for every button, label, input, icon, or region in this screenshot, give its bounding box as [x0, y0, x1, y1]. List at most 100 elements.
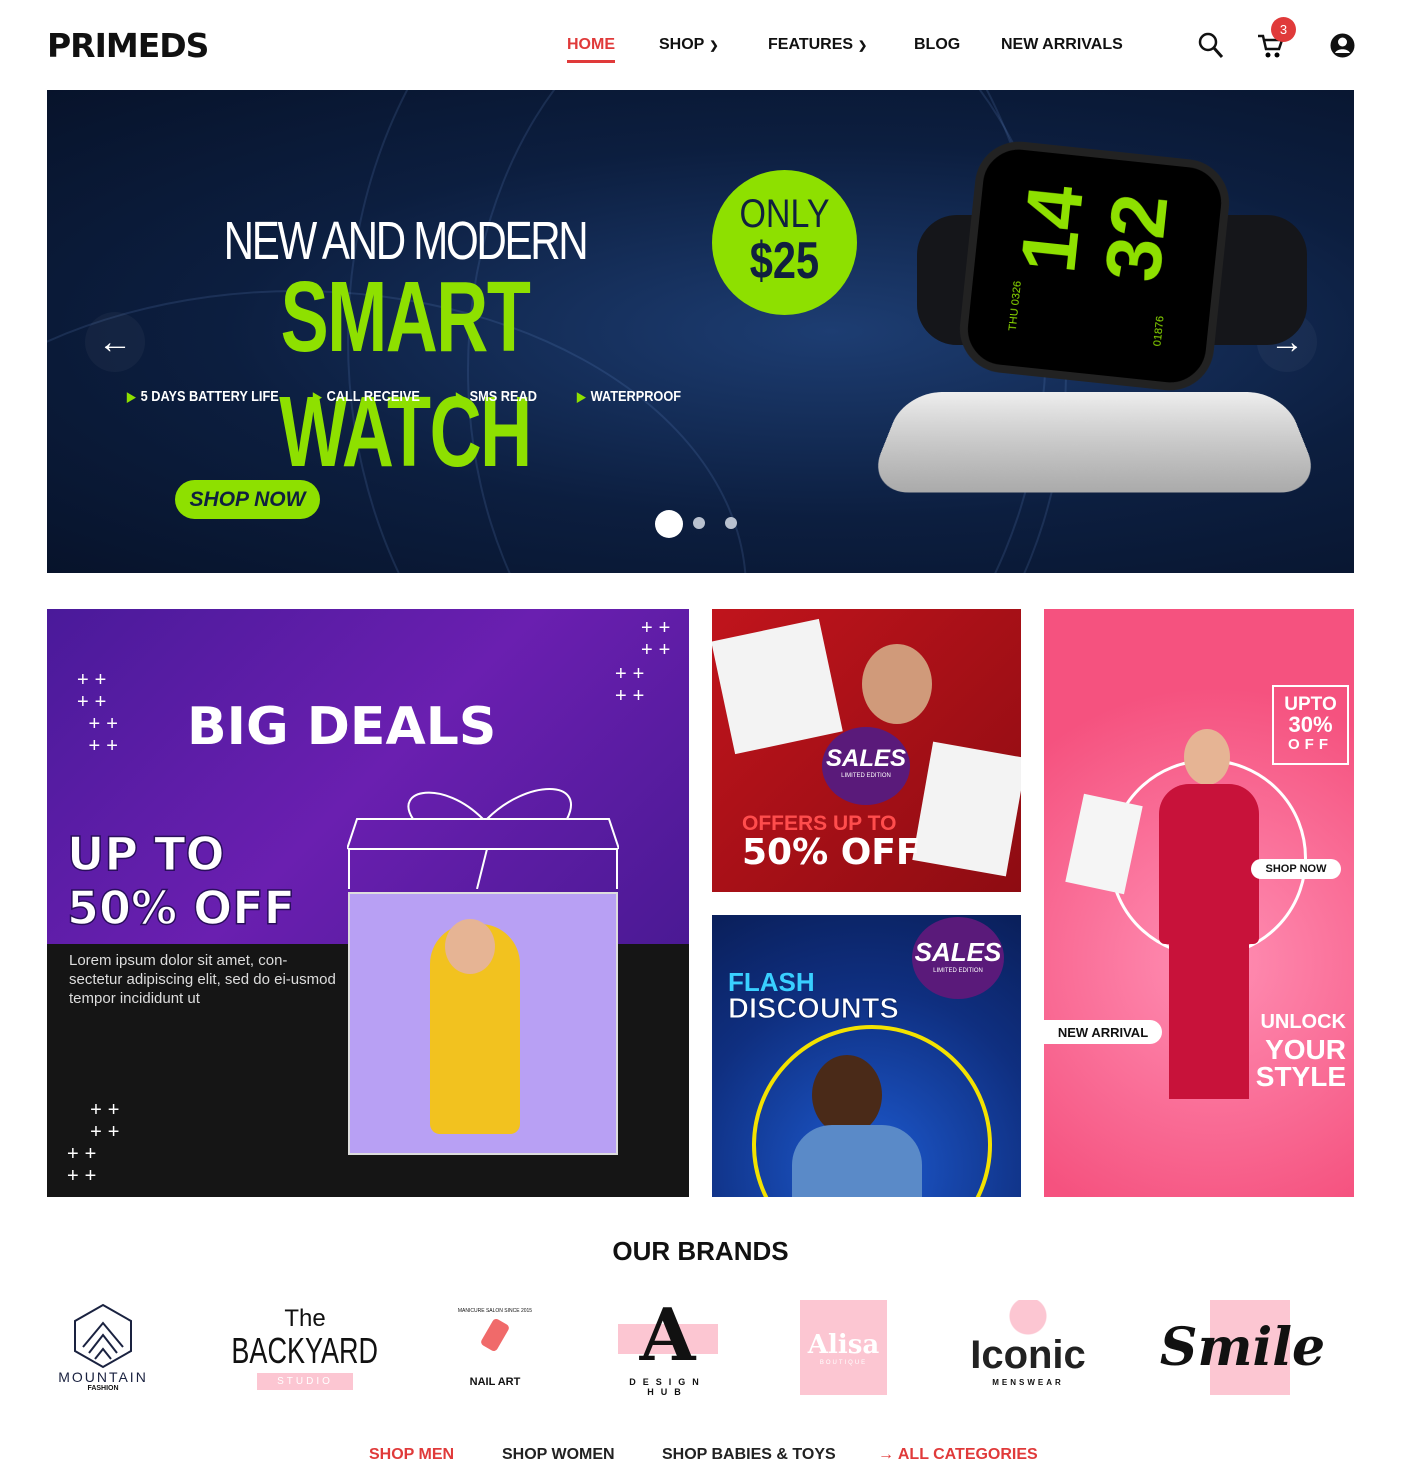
- brand-sub: MANICURE SALON SINCE 2015: [457, 1307, 533, 1314]
- badge-label: SALES: [914, 937, 1002, 967]
- link-shop-men[interactable]: SHOP MEN: [369, 1446, 454, 1464]
- brand-name: MOUNTAIN: [58, 1369, 148, 1385]
- brand-sub: BOUTIQUE: [819, 1359, 868, 1366]
- hero-slider: NEW AND MODERN SMART WATCH ONLY $25 ← → …: [47, 90, 1354, 573]
- watch-date: 0326: [1009, 280, 1025, 306]
- nav-home[interactable]: HOME: [567, 36, 615, 63]
- feature-label: WATERPROOF: [590, 388, 682, 405]
- play-icon: ▶: [127, 388, 136, 404]
- logo[interactable]: PRIMEDS: [47, 26, 209, 65]
- nav-label: SHOP: [659, 36, 705, 53]
- feature-label: SMS READ: [469, 388, 537, 405]
- feature-item: ▶ WATERPROOF: [577, 388, 681, 405]
- sales-badge: SALES LIMITED EDITION: [822, 727, 910, 805]
- plus-pattern: ++ ++ ++ ++: [67, 1099, 126, 1187]
- play-icon: ▶: [577, 388, 586, 404]
- plus-pattern: ++ ++ ++ ++: [77, 669, 124, 757]
- discount-line: 50% OFF: [66, 880, 296, 936]
- nav-shop[interactable]: SHOP ❯: [659, 36, 719, 54]
- nav-features[interactable]: FEATURES ❯: [768, 36, 867, 54]
- woman-suit: [1159, 784, 1259, 944]
- nav-new-arrivals[interactable]: NEW ARRIVALS: [1001, 36, 1123, 54]
- brand-name: NAIL ART: [469, 1375, 521, 1388]
- link-shop-women[interactable]: SHOP WOMEN: [502, 1446, 615, 1464]
- brand-iconic[interactable]: Iconic MENSWEAR: [960, 1300, 1096, 1395]
- brand-alisa[interactable]: Alisa BOUTIQUE: [800, 1300, 887, 1395]
- slide-dot[interactable]: [725, 517, 737, 529]
- upto-off: OFF: [1288, 736, 1333, 753]
- link-shop-babies-toys[interactable]: SHOP BABIES & TOYS: [662, 1446, 836, 1464]
- plus-pattern: ++ ++: [641, 617, 677, 661]
- watch-hour: 14: [1003, 181, 1100, 277]
- brand-name: BACKYARD: [231, 1330, 379, 1371]
- brand-name: Iconic: [970, 1332, 1086, 1377]
- brand-sub: FASHION: [87, 1385, 119, 1392]
- promo-woman-image: [348, 892, 618, 1155]
- slide-dot-active[interactable]: [655, 510, 683, 538]
- nav-blog[interactable]: BLOG: [914, 36, 960, 54]
- text-line: YOUR: [1265, 1034, 1346, 1065]
- brand-sub: STUDIO: [257, 1373, 353, 1390]
- brand-name: A: [612, 1298, 723, 1371]
- arrow-right-icon: →: [878, 1446, 894, 1463]
- big-deals-title: BIG DEALS: [187, 697, 497, 757]
- brand-smile[interactable]: Smile: [1160, 1300, 1325, 1395]
- brand-mountain[interactable]: MOUNTAIN FASHION: [52, 1300, 154, 1395]
- play-icon: ▶: [456, 388, 465, 404]
- unlock-style-text: UNLOCK YOUR STYLE: [1256, 1009, 1346, 1091]
- user-icon[interactable]: [1330, 33, 1355, 58]
- chevron-down-icon: ❯: [709, 39, 719, 52]
- woman-image: [1184, 729, 1230, 785]
- feature-label: 5 DAYS BATTERY LIFE: [140, 388, 279, 405]
- badge-sub: LIMITED EDITION: [933, 968, 983, 974]
- watch-day: THU: [1006, 307, 1022, 332]
- feature-label: CALL RECEIVE: [326, 388, 420, 405]
- shopping-bag-image: [912, 741, 1021, 877]
- promo-sales[interactable]: SALES LIMITED EDITION OFFERS UP TO 50% OF…: [712, 609, 1021, 892]
- smartwatch-image: 14 32 THU 0326 01876: [955, 137, 1234, 395]
- woman-pants: [1169, 939, 1249, 1099]
- price-badge: ONLY $25: [712, 170, 857, 315]
- flash-line: DISCOUNTS: [728, 993, 900, 1026]
- feature-item: ▶ 5 DAYS BATTERY LIFE: [127, 388, 279, 405]
- woman-image: [862, 644, 932, 724]
- text-line: UNLOCK: [1260, 1011, 1346, 1033]
- brand-sub: DESIGN HUB: [629, 1376, 706, 1397]
- new-arrival-tag: NEW ARRIVAL: [1044, 1020, 1162, 1044]
- price-value: $25: [749, 232, 820, 290]
- sales-badge: SALES LIMITED EDITION: [912, 917, 1004, 999]
- man-shirt: [792, 1125, 922, 1197]
- nav-label: NEW ARRIVALS: [1001, 36, 1123, 53]
- search-icon[interactable]: [1198, 32, 1224, 60]
- nav-label: FEATURES: [768, 36, 854, 53]
- cart-count-badge: 3: [1271, 17, 1296, 42]
- promo-flash[interactable]: FLASH DISCOUNTS SALES LIMITED EDITION: [712, 915, 1021, 1197]
- shop-now-button[interactable]: SHOP NOW: [175, 480, 320, 519]
- nav-label: HOME: [567, 36, 615, 53]
- brands-title: OUR BRANDS: [612, 1236, 789, 1266]
- promo-big-deals[interactable]: ++ ++ ++ ++ ++ ++ ++ ++ ++ ++ ++ ++ BIG DEALS…: [47, 609, 689, 1197]
- slide-dot[interactable]: [693, 517, 705, 529]
- upto-value: 30%: [1288, 712, 1333, 737]
- upto-badge: UPTO 30% OFF: [1272, 685, 1349, 765]
- shopping-bag-image: [712, 618, 843, 755]
- gift-box-outline: [347, 788, 619, 889]
- man-image: [812, 1055, 882, 1135]
- watch-minute: 32: [1087, 189, 1185, 286]
- promo-style[interactable]: UPTO 30% OFF SHOP NOW NEW ARRIVAL UNLOCK YO…: [1044, 609, 1354, 1197]
- brand-name: Alisa: [807, 1329, 880, 1360]
- link-all-categories[interactable]: → ALL CATEGORIES: [878, 1446, 1038, 1464]
- brand-design-hub[interactable]: A DESIGN HUB: [605, 1298, 730, 1397]
- play-icon: ▶: [313, 388, 322, 404]
- brand-backyard[interactable]: The BACKYARD STUDIO: [225, 1300, 385, 1395]
- plus-pattern: ++ ++: [615, 663, 651, 707]
- feature-item: ▶ SMS READ: [456, 388, 537, 405]
- chevron-down-icon: ❯: [858, 39, 868, 52]
- shop-now-button[interactable]: SHOP NOW: [1251, 859, 1341, 879]
- prev-slide-arrow-icon[interactable]: ←: [85, 312, 145, 372]
- hero-title: SMART WATCH: [279, 261, 532, 488]
- brand-nail-art[interactable]: MANICURE SALON SINCE 2015 NAIL ART: [445, 1300, 545, 1395]
- link-label: ALL CATEGORIES: [897, 1446, 1038, 1463]
- mountain-logo-icon: [74, 1303, 132, 1369]
- big-deals-text: Lorem ipsum dolor sit amet, con-sectetur…: [69, 952, 336, 1007]
